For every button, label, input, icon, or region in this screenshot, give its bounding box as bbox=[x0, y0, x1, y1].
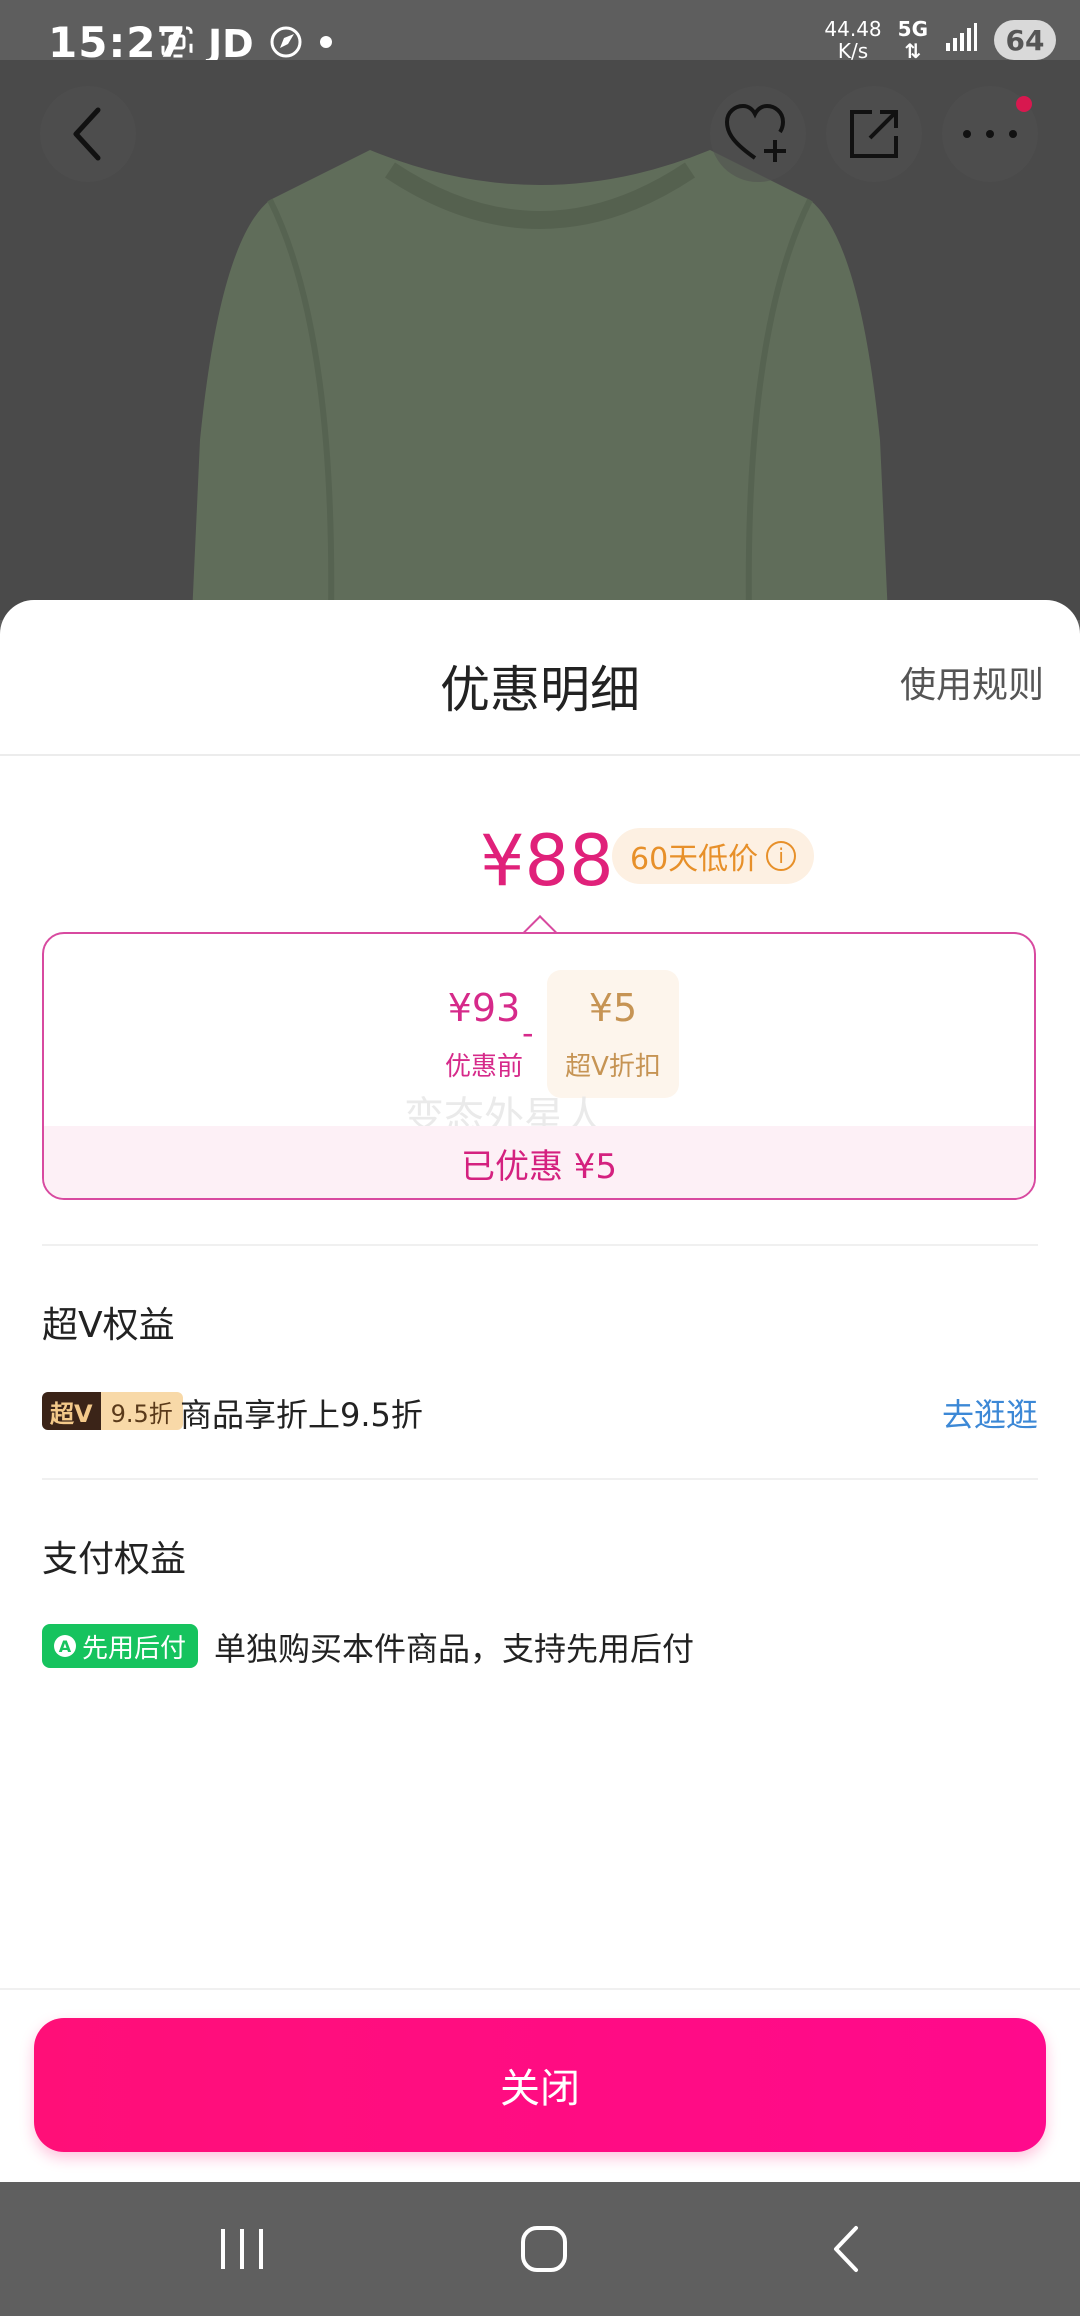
back-icon bbox=[834, 2226, 858, 2272]
super-v-badge-discount: 9.5折 bbox=[100, 1392, 183, 1430]
favorite-button[interactable] bbox=[710, 86, 806, 182]
heart-plus-icon bbox=[725, 104, 786, 162]
nav-back-button[interactable] bbox=[786, 2202, 906, 2296]
network-type: 5G bbox=[897, 17, 928, 41]
back-button[interactable] bbox=[40, 86, 136, 182]
low-price-badge-label: 60天低价 bbox=[630, 842, 759, 877]
pay-later-badge: A 先用后付 bbox=[42, 1624, 199, 1668]
share-icon bbox=[850, 110, 898, 158]
discount-amount: ¥5 bbox=[588, 986, 638, 1030]
discount-label: 超V折扣 bbox=[565, 1052, 661, 1082]
final-price: ¥88 bbox=[480, 820, 614, 902]
arrows-icon: ⇅ bbox=[904, 39, 922, 63]
original-price-label: 优惠前 bbox=[444, 1052, 523, 1082]
network-indicator: 5G ⇅ bbox=[898, 18, 928, 62]
compass-icon bbox=[268, 24, 304, 64]
super-v-section-title: 超V权益 bbox=[42, 1305, 175, 1346]
info-icon: i bbox=[766, 841, 797, 871]
home-icon bbox=[521, 2226, 567, 2272]
go-shop-link[interactable]: 去逛逛 bbox=[942, 1390, 1038, 1436]
minus-sign: - bbox=[522, 1014, 534, 1052]
divider bbox=[42, 1478, 1038, 1480]
pay-later-badge-label: 先用后付 bbox=[82, 1633, 187, 1664]
net-speed-unit: K/s bbox=[837, 39, 869, 63]
screenshot-icon bbox=[160, 25, 194, 63]
net-speed-value: 44.48 bbox=[824, 17, 882, 41]
rules-link[interactable]: 使用规则 bbox=[900, 656, 1044, 708]
discount-card: ¥5 超V折扣 bbox=[547, 970, 679, 1098]
discount-detail-sheet: 优惠明细 使用规则 ¥88 60天低价 i ¥93 优惠前 - ¥5 超V折扣 … bbox=[0, 600, 1080, 2182]
super-v-badge-label: 超V bbox=[42, 1392, 101, 1430]
more-dots-icon bbox=[963, 130, 1017, 138]
share-button[interactable] bbox=[826, 86, 922, 182]
super-v-badge: 超V 9.5折 bbox=[42, 1392, 183, 1430]
signal-icon bbox=[944, 23, 978, 57]
battery-icon: 64 bbox=[994, 20, 1056, 60]
notification-dot bbox=[1016, 96, 1032, 112]
original-price: ¥93 bbox=[447, 986, 521, 1030]
dot-icon bbox=[318, 34, 334, 54]
recents-icon bbox=[221, 2229, 263, 2269]
home-button[interactable] bbox=[484, 2202, 604, 2296]
net-speed: 44.48 K/s bbox=[824, 18, 881, 62]
super-v-description: 商品享折上9.5折 bbox=[180, 1396, 423, 1434]
divider bbox=[0, 754, 1080, 756]
price-breakdown-box: ¥93 优惠前 - ¥5 超V折扣 变态外星人 已优惠 ¥5 bbox=[42, 932, 1036, 1200]
payment-section-title: 支付权益 bbox=[42, 1539, 187, 1580]
status-right: 44.48 K/s 5G ⇅ 64 bbox=[824, 18, 1056, 62]
recents-button[interactable] bbox=[182, 2202, 302, 2296]
divider bbox=[42, 1244, 1038, 1246]
saved-amount: 已优惠 ¥5 bbox=[44, 1126, 1034, 1198]
payment-description: 单独购买本件商品，支持先用后付 bbox=[214, 1630, 695, 1668]
low-price-badge[interactable]: 60天低价 i bbox=[612, 828, 815, 884]
divider bbox=[0, 1988, 1080, 1990]
navigation-bar bbox=[0, 2182, 1080, 2316]
close-button[interactable]: 关闭 bbox=[34, 2018, 1046, 2152]
chevron-left-icon bbox=[73, 107, 101, 161]
pay-later-icon: A bbox=[54, 1635, 76, 1657]
